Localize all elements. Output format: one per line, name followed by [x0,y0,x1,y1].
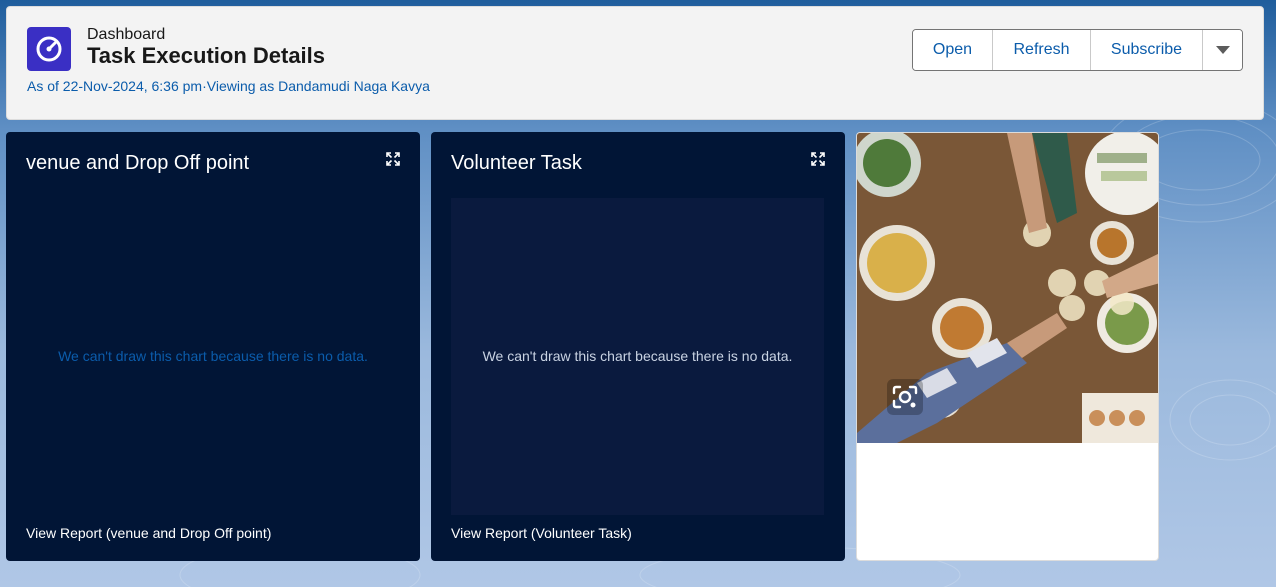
subscribe-button[interactable]: Subscribe [1091,30,1203,70]
page-title: Task Execution Details [87,43,326,68]
dashboard-header: Dashboard Task Execution Details As of 2… [6,6,1264,120]
open-button[interactable]: Open [913,30,993,70]
no-data-message: We can't draw this chart because there i… [482,348,793,364]
view-report-link[interactable]: View Report (Volunteer Task) [451,525,632,541]
expand-icon[interactable] [811,152,825,166]
more-actions-button[interactable] [1203,30,1242,70]
image-widget [856,132,1159,561]
expand-icon[interactable] [386,152,400,166]
dashboard-meta: As of 22-Nov-2024, 6:36 pm·Viewing as Da… [27,78,430,94]
visual-search-icon[interactable] [887,379,923,415]
dashboard-widget-volunteer-task: Volunteer Task We can't draw this chart … [431,132,845,561]
view-report-link[interactable]: View Report (venue and Drop Off point) [26,525,271,541]
no-data-message: We can't draw this chart because there i… [58,348,368,364]
refresh-button[interactable]: Refresh [993,30,1091,70]
widget-title: Volunteer Task [451,152,582,174]
dashboard-gauge-icon [27,27,71,71]
header-button-group: Open Refresh Subscribe [912,29,1243,71]
chevron-down-icon [1215,46,1230,54]
dashboard-widget-venue: venue and Drop Off point We can't draw t… [6,132,420,561]
page-eyebrow: Dashboard [87,26,166,43]
chart-area: We can't draw this chart because there i… [451,198,824,515]
widget-title: venue and Drop Off point [26,152,250,174]
